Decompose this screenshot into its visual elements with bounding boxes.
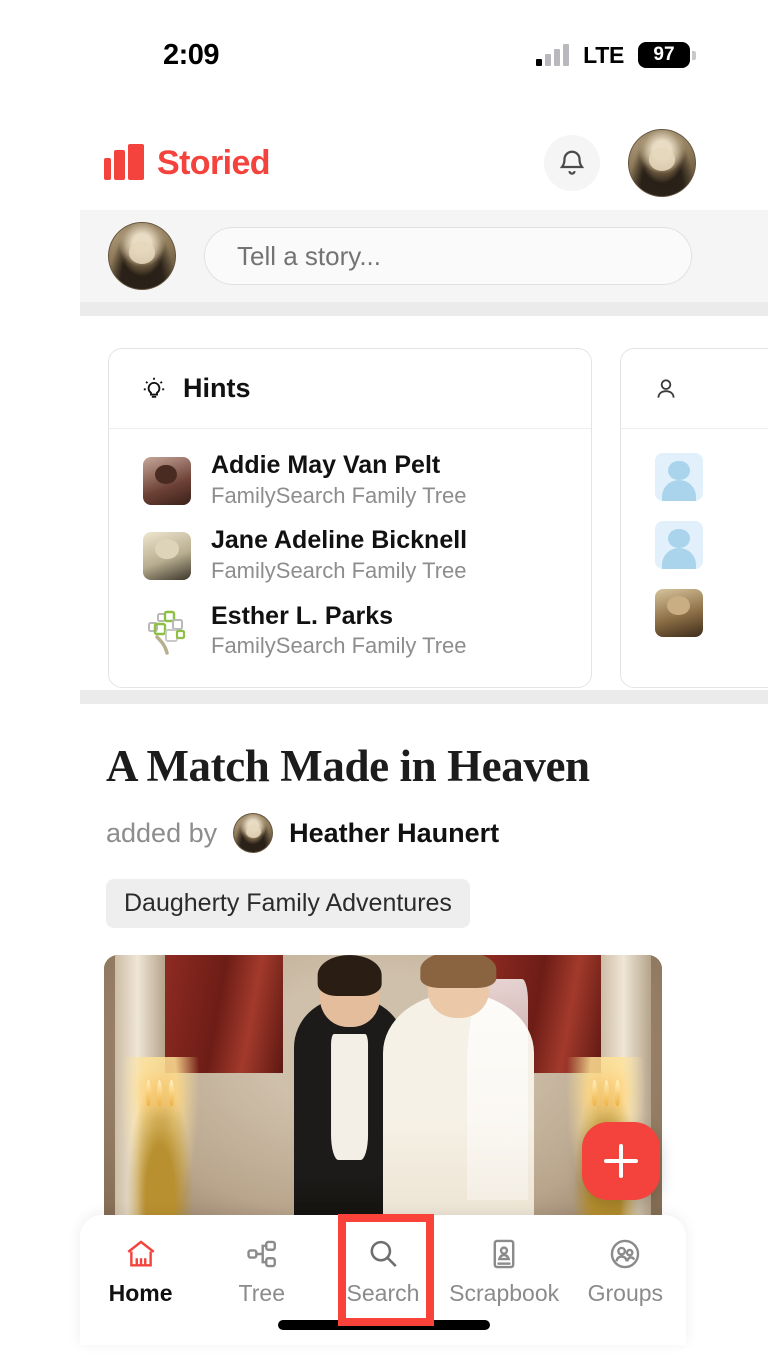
battery-level-label: 97 (638, 42, 690, 68)
hints-card-header: Hints (109, 349, 591, 429)
tab-scrapbook[interactable]: Scrapbook (449, 1237, 559, 1307)
battery-icon: 97 (638, 42, 696, 68)
curtain-left (165, 955, 283, 1073)
battery-nub (692, 50, 696, 60)
hint-name: Esther L. Parks (211, 601, 394, 630)
search-icon (370, 1240, 397, 1267)
placeholder-avatar (655, 453, 703, 501)
story-title[interactable]: A Match Made in Heaven (106, 740, 706, 792)
tell-a-story-input[interactable]: Tell a story... (204, 227, 692, 285)
lightbulb-icon (143, 377, 165, 398)
people-card[interactable] (620, 348, 768, 689)
signal-bars-icon (536, 44, 570, 66)
hints-card[interactable]: Hints Addie May Van Pelt FamilySearch Fa… (108, 348, 592, 689)
hint-name: Addie May Van Pelt (211, 451, 441, 479)
list-item[interactable] (621, 511, 768, 579)
bell-icon (559, 150, 585, 175)
section-divider-top (80, 302, 768, 316)
profile-avatar[interactable] (628, 129, 696, 197)
notifications-button[interactable] (544, 135, 600, 191)
list-item[interactable] (621, 443, 768, 511)
header-actions (544, 129, 696, 197)
hints-carousel[interactable]: Hints Addie May Van Pelt FamilySearch Fa… (108, 348, 768, 689)
tab-label-tree: Tree (238, 1280, 285, 1306)
hint-thumbnail (143, 532, 191, 581)
status-time: 2:09 (163, 38, 220, 71)
tab-label-groups: Groups (587, 1280, 664, 1306)
hint-name: Jane Adeline Bicknell (211, 526, 468, 555)
avatar-image (629, 130, 695, 196)
hints-card-title: Hints (183, 373, 251, 403)
home-icon (127, 1240, 155, 1267)
add-button[interactable] (582, 1122, 660, 1200)
bride-figure (383, 955, 534, 1223)
tab-label-search: Search (346, 1280, 420, 1306)
added-by-label: added by (106, 817, 218, 848)
story-image-scene (104, 955, 662, 1223)
hints-list: Addie May Van Pelt FamilySearch Family T… (109, 429, 591, 687)
candelabra-left (120, 1056, 199, 1223)
placeholder-avatar (655, 521, 703, 569)
storied-bars-logo-icon (104, 144, 144, 180)
network-type-label: LTE (583, 41, 624, 68)
bride-hair (420, 955, 496, 988)
section-divider-bottom (80, 690, 768, 704)
hint-text: Addie May Van Pelt FamilySearch Family T… (211, 451, 467, 510)
list-item[interactable]: Jane Adeline Bicknell FamilySearch Famil… (109, 518, 591, 593)
plus-icon (604, 1144, 638, 1178)
app-header: Storied (0, 128, 768, 198)
hint-text: Esther L. Parks FamilySearch Family Tree (211, 602, 467, 661)
tab-search[interactable]: Search (328, 1237, 438, 1307)
composer-avatar (108, 222, 176, 290)
person-thumbnail (655, 589, 703, 637)
list-item[interactable]: Addie May Van Pelt FamilySearch Family T… (109, 443, 591, 518)
home-indicator (278, 1320, 490, 1330)
phone-screen: 2:09 LTE 97 Storied Tell a story... Hint… (0, 0, 768, 1365)
avatar-image (109, 223, 175, 289)
storied-logo[interactable]: Storied (104, 143, 271, 183)
tab-home[interactable]: Home (86, 1237, 196, 1307)
tab-label-scrapbook: Scrapbook (449, 1280, 560, 1306)
tab-label-home: Home (108, 1280, 173, 1306)
story-composer: Tell a story... (80, 210, 768, 302)
familysearch-tree-logo-icon (143, 607, 191, 656)
people-card-header (621, 349, 768, 429)
tree-icon (247, 1240, 276, 1268)
hint-source: FamilySearch Family Tree (211, 633, 467, 659)
avatar-image (234, 814, 273, 852)
scrapbook-icon (493, 1239, 515, 1269)
hint-thumbnail (143, 456, 191, 505)
list-item[interactable]: Esther L. Parks FamilySearch Family Tree (109, 594, 591, 669)
story-tag[interactable]: Daugherty Family Adventures (106, 879, 470, 928)
hint-text: Jane Adeline Bicknell FamilySearch Famil… (211, 526, 467, 585)
person-icon (657, 378, 675, 398)
list-item[interactable] (621, 579, 768, 647)
status-bar: 2:09 LTE 97 (0, 0, 768, 110)
brand-name: Storied (157, 143, 271, 182)
hint-source: FamilySearch Family Tree (211, 558, 467, 584)
status-indicators: LTE 97 (536, 42, 696, 69)
hint-source: FamilySearch Family Tree (211, 482, 467, 508)
story-image[interactable] (104, 955, 662, 1223)
tab-tree[interactable]: Tree (207, 1237, 317, 1307)
author-avatar[interactable] (233, 813, 274, 853)
groom-hair (317, 955, 382, 996)
author-name[interactable]: Heather Haunert (289, 818, 499, 849)
people-list (621, 429, 768, 665)
groom-shirt (330, 1033, 369, 1160)
tab-groups[interactable]: Groups (570, 1237, 680, 1307)
story-byline: added by Heather Haunert (106, 813, 499, 853)
groups-icon (611, 1239, 640, 1269)
